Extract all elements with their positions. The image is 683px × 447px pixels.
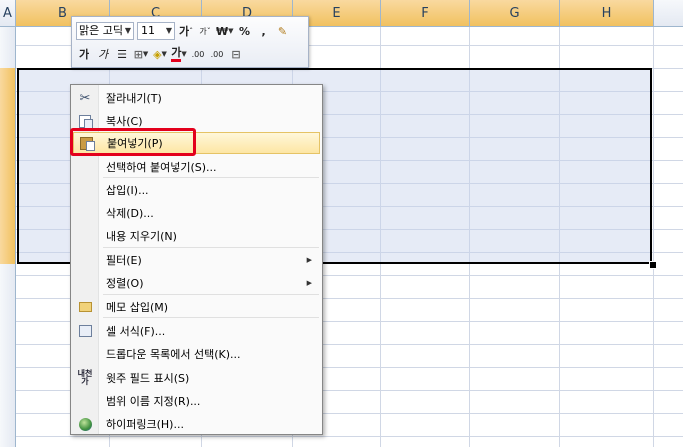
- menu-item-11[interactable]: 셀 서식(F)...: [73, 320, 320, 342]
- menu-item-label: 삭제(D)...: [106, 207, 154, 220]
- empty-icon-slot: [73, 343, 97, 365]
- empty-icon-slot: [73, 272, 97, 294]
- menu-divider: [103, 294, 319, 295]
- menu-item-label: 선택하여 붙여넣기(S)...: [106, 161, 217, 174]
- grid-line: [16, 436, 683, 437]
- menu-item-13[interactable]: 내천 가 윗주 필드 표시(S): [73, 367, 320, 389]
- empty-icon-slot: [73, 249, 97, 271]
- submenu-arrow-icon: ▶: [306, 279, 312, 287]
- highlight-annotation: [70, 128, 196, 156]
- empty-icon-slot: [73, 390, 97, 412]
- bold-button[interactable]: 가: [76, 45, 92, 63]
- empty-icon-slot: [73, 179, 97, 201]
- align-center-icon[interactable]: ☰: [114, 45, 130, 63]
- fill-handle[interactable]: [649, 261, 657, 269]
- hyperlink-icon: [73, 413, 97, 435]
- submenu-arrow-icon: ▶: [306, 256, 312, 264]
- empty-icon-slot: [73, 225, 97, 247]
- menu-divider: [103, 317, 319, 318]
- format-cells-icon: [73, 320, 97, 342]
- menu-item-label: 복사(C): [106, 115, 143, 128]
- column-header-A[interactable]: A: [0, 0, 16, 26]
- menu-item-8[interactable]: 필터(E) ▶: [73, 249, 320, 271]
- phonetic-icon: 내천 가: [77, 369, 93, 386]
- menu-item-10[interactable]: 메모 삽입(M): [73, 296, 320, 318]
- menu-item-label: 드롭다운 목록에서 선택(K)...: [106, 348, 241, 361]
- font-color-button[interactable]: 가 ▼: [171, 45, 187, 63]
- shrink-font-button[interactable]: 가ˇ: [197, 22, 213, 40]
- menu-item-label: 범위 이름 지정(R)...: [106, 395, 201, 408]
- font-size-box[interactable]: 11 ▼: [137, 22, 175, 40]
- menu-item-label: 정렬(O): [106, 277, 144, 290]
- fill-color-icon[interactable]: ◈ ▼: [152, 45, 168, 63]
- menu-item-label: 하이퍼링크(H)...: [106, 418, 184, 431]
- mini-toolbar: 맑은 고딕 ▼ 11 ▼ 가ˆ 가ˇ ₩ ▼ % , ✎ 가 가 ☰ ⊞ ▼ ◈ ▼ …: [71, 16, 309, 68]
- merge-center-icon[interactable]: ⊟: [228, 45, 244, 63]
- comment-icon: [73, 296, 97, 318]
- menu-divider: [103, 247, 319, 248]
- menu-item-label: 잘라내기(T): [106, 92, 162, 105]
- menu-item-label: 셀 서식(F)...: [106, 325, 166, 338]
- menu-item-5[interactable]: 삽입(I)...: [73, 179, 320, 201]
- comma-button[interactable]: ,: [256, 22, 272, 40]
- menu-item-label: 윗주 필드 표시(S): [106, 372, 190, 385]
- menu-item-12[interactable]: 드롭다운 목록에서 선택(K)...: [73, 343, 320, 365]
- percent-button[interactable]: %: [237, 22, 253, 40]
- column-header-G[interactable]: G: [470, 0, 560, 26]
- menu-item-4[interactable]: 선택하여 붙여넣기(S)...: [73, 156, 320, 178]
- menu-item-label: 삽입(I)...: [106, 184, 149, 197]
- font-name-box[interactable]: 맑은 고딕 ▼: [76, 22, 134, 40]
- empty-icon-slot: [73, 202, 97, 224]
- menu-item-9[interactable]: 정렬(O) ▶: [73, 272, 320, 294]
- menu-divider: [103, 177, 319, 178]
- decrease-decimal-button[interactable]: .00: [209, 45, 225, 63]
- menu-item-label: 필터(E): [106, 254, 142, 267]
- increase-decimal-button[interactable]: .00: [190, 45, 206, 63]
- borders-icon[interactable]: ⊞ ▼: [133, 45, 149, 63]
- column-header-H[interactable]: H: [560, 0, 654, 26]
- selected-row-headers[interactable]: [0, 68, 15, 264]
- menu-item-6[interactable]: 삭제(D)...: [73, 202, 320, 224]
- menu-item-14[interactable]: 범위 이름 지정(R)...: [73, 390, 320, 412]
- empty-icon-slot: [73, 156, 97, 178]
- currency-button[interactable]: ₩ ▼: [216, 22, 234, 40]
- menu-item-label: 내용 지우기(N): [106, 230, 177, 243]
- font-name-value: 맑은 고딕: [79, 24, 123, 37]
- italic-button[interactable]: 가: [95, 45, 111, 63]
- format-painter-icon[interactable]: ✎: [275, 22, 291, 40]
- grid-line: [653, 27, 654, 447]
- chevron-down-icon[interactable]: ▼: [166, 23, 172, 39]
- menu-item-7[interactable]: 내용 지우기(N): [73, 225, 320, 247]
- menu-item-label: 메모 삽입(M): [106, 301, 169, 314]
- scissors-icon: ✂: [79, 90, 91, 106]
- font-size-value: 11: [141, 24, 155, 37]
- menu-item-1[interactable]: ✂ 잘라내기(T): [73, 87, 320, 109]
- chevron-down-icon[interactable]: ▼: [125, 23, 131, 39]
- column-header-F[interactable]: F: [381, 0, 470, 26]
- grow-font-button[interactable]: 가ˆ: [178, 22, 194, 40]
- menu-item-15[interactable]: 하이퍼링크(H)...: [73, 413, 320, 435]
